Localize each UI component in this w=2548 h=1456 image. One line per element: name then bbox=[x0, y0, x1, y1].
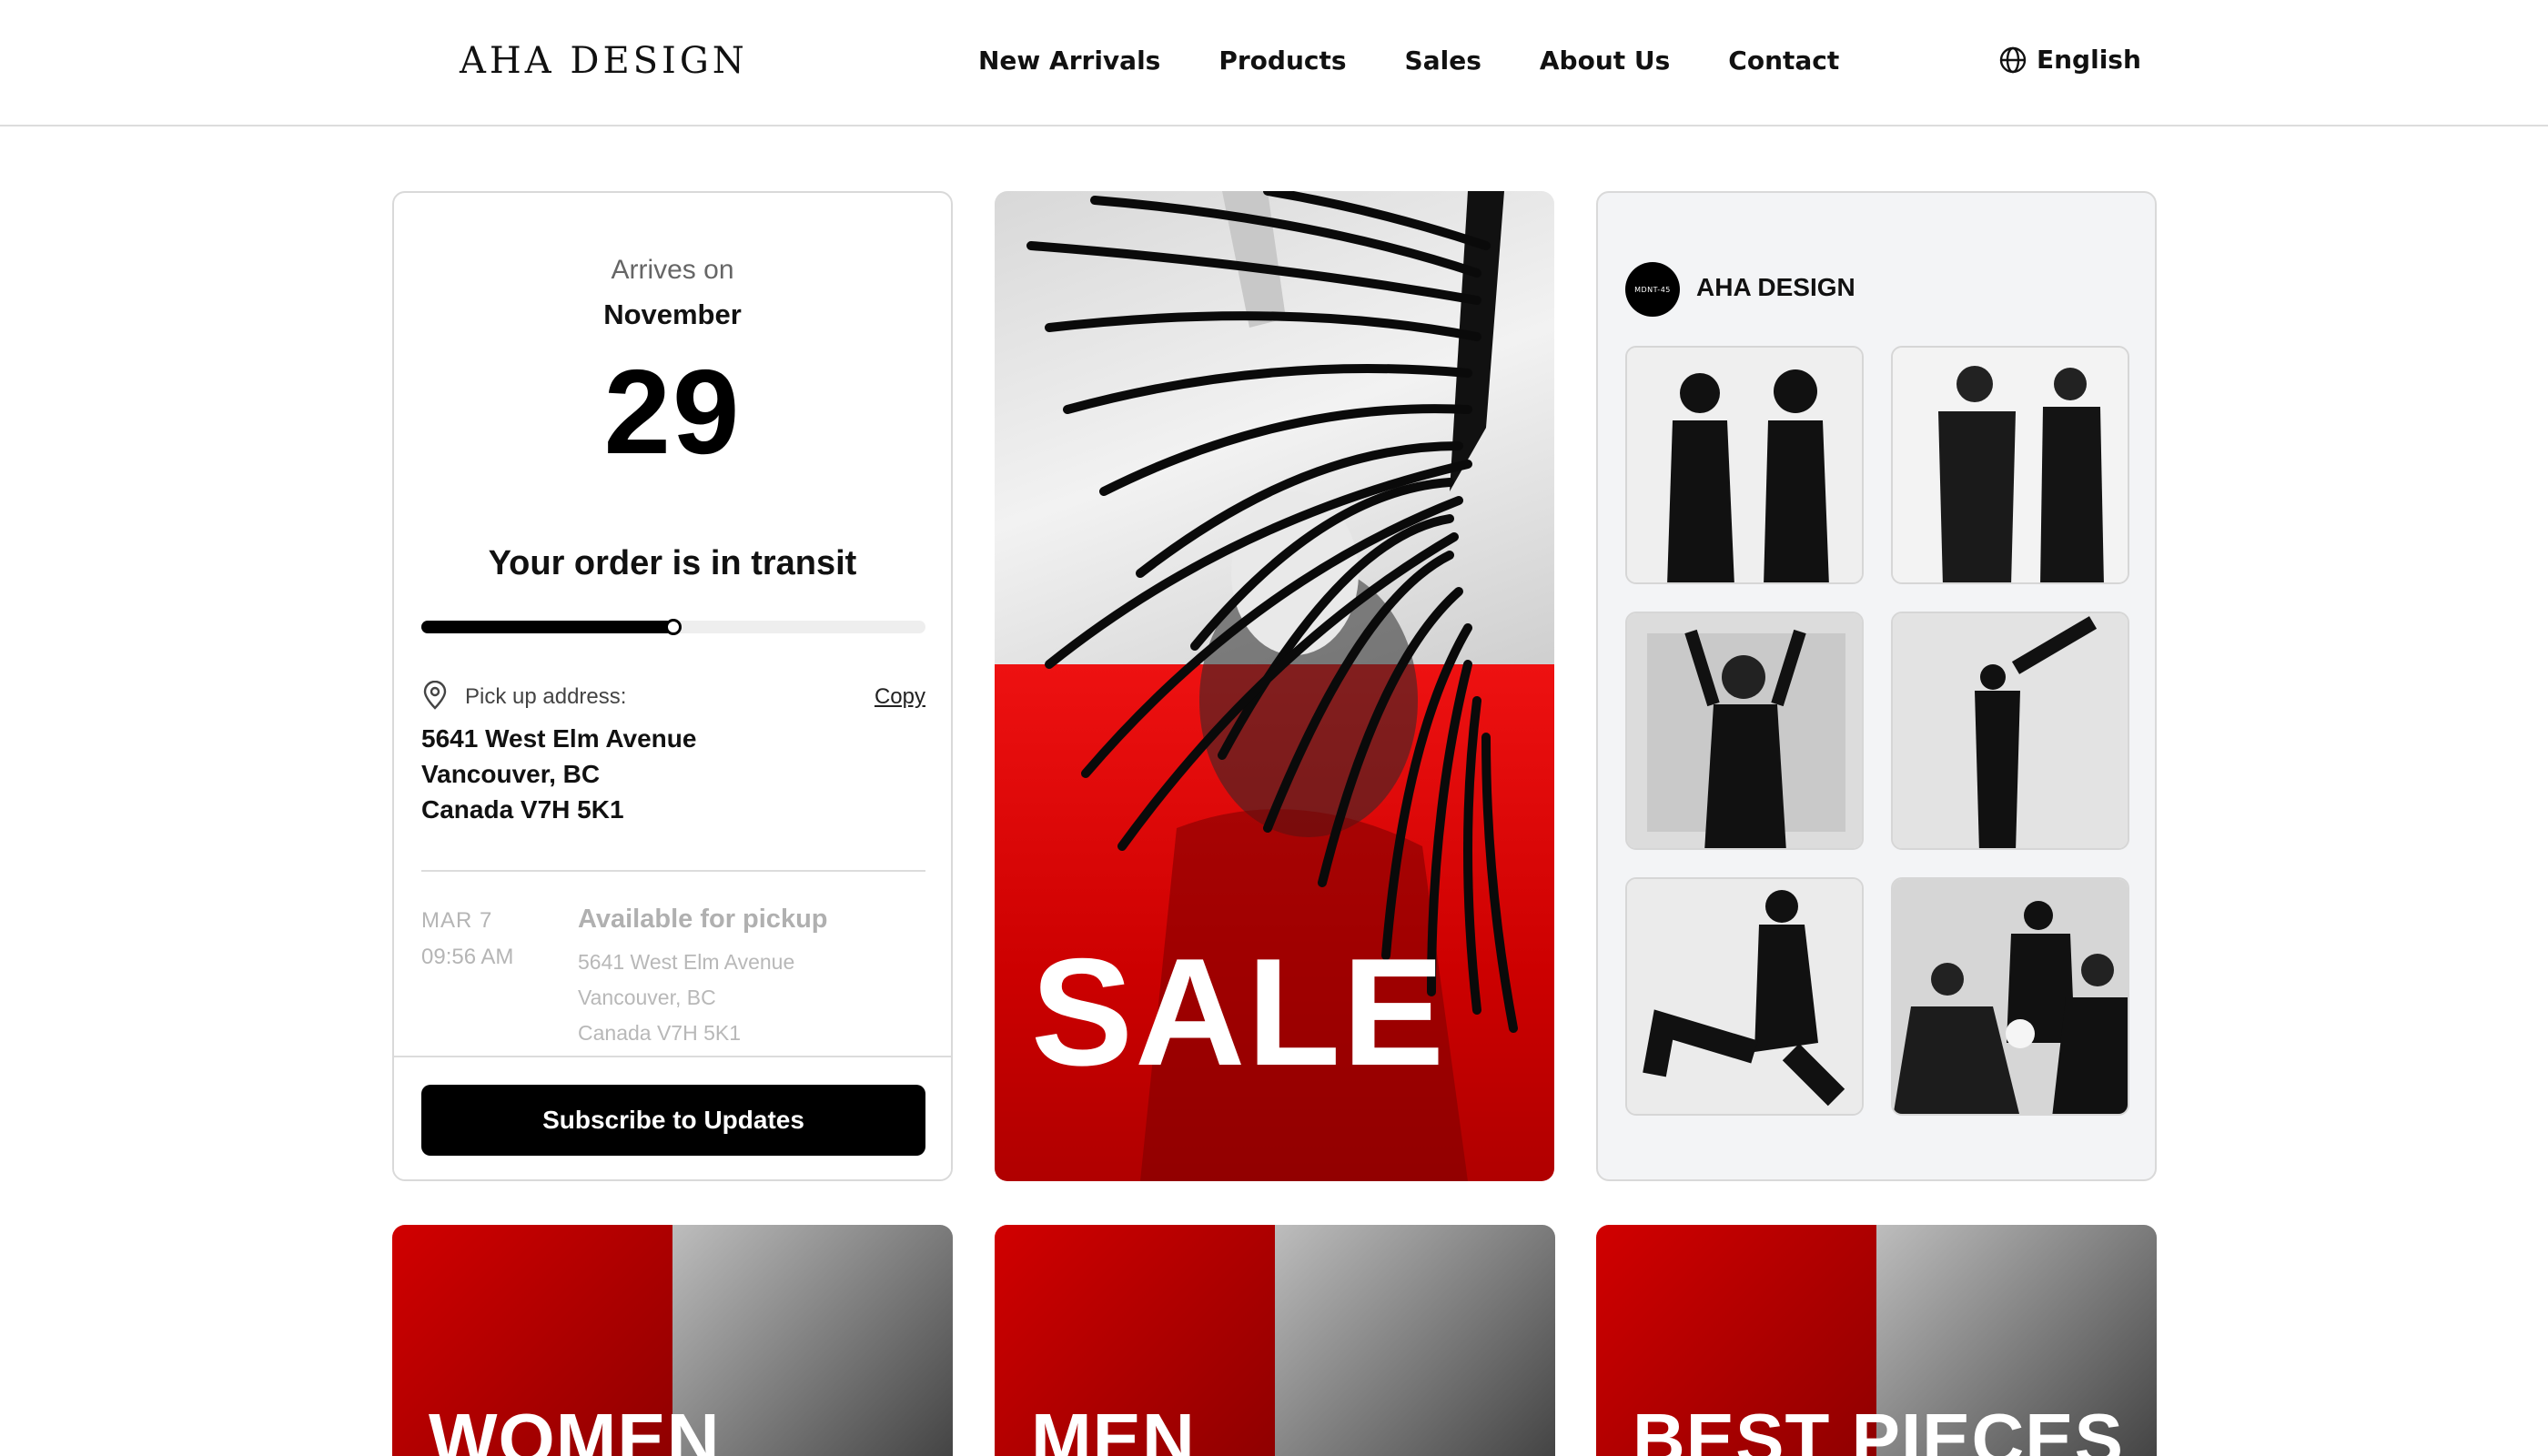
instagram-account-name[interactable]: AHA DESIGN bbox=[1696, 273, 1855, 302]
arrives-label: Arrives on bbox=[611, 255, 734, 285]
order-card-footer: Subscribe to Updates bbox=[394, 1056, 951, 1179]
category-women-label: WOMEN bbox=[429, 1399, 721, 1456]
arrival-month: November bbox=[603, 298, 742, 330]
instagram-feed-card: MDNT-45 AHA DESIGN bbox=[1596, 191, 2157, 1181]
language-label: English bbox=[2037, 45, 2141, 75]
address-line-1: 5641 West Elm Avenue bbox=[421, 724, 697, 753]
instagram-photo-3[interactable] bbox=[1625, 612, 1864, 850]
subscribe-button[interactable]: Subscribe to Updates bbox=[421, 1085, 925, 1156]
pickup-address: 5641 West Elm Avenue Vancouver, BC Canad… bbox=[421, 721, 696, 827]
brand-avatar[interactable]: MDNT-45 bbox=[1625, 262, 1680, 317]
globe-icon bbox=[1998, 46, 2027, 75]
nav-new-arrivals[interactable]: New Arrivals bbox=[978, 46, 1160, 76]
address-line-2: Vancouver, BC bbox=[421, 760, 601, 788]
history-date: MAR 7 bbox=[421, 908, 493, 933]
category-card-best-pieces[interactable]: BEST PIECES bbox=[1596, 1225, 2157, 1456]
site-header: AHA DESIGN New Arrivals Products Sales A… bbox=[0, 0, 2548, 126]
history-address-line-1: 5641 West Elm Avenue bbox=[578, 950, 795, 974]
nav-contact[interactable]: Contact bbox=[1728, 46, 1839, 76]
history-time: 09:56 AM bbox=[421, 945, 514, 969]
main-nav: New Arrivals Products Sales About Us Con… bbox=[978, 46, 1839, 76]
copy-address-link[interactable]: Copy bbox=[875, 684, 925, 710]
instagram-photo-5[interactable] bbox=[1625, 877, 1864, 1116]
arrival-day: 29 bbox=[603, 345, 742, 479]
pickup-label: Pick up address: bbox=[465, 684, 627, 709]
language-selector[interactable]: English bbox=[1998, 45, 2141, 75]
history-address-line-3: Canada V7H 5K1 bbox=[578, 1021, 742, 1045]
nav-products[interactable]: Products bbox=[1218, 46, 1346, 76]
order-status: Your order is in transit bbox=[488, 544, 857, 582]
history-title: Available for pickup bbox=[578, 905, 828, 934]
map-pin-icon bbox=[421, 680, 449, 710]
instagram-photo-4[interactable] bbox=[1891, 612, 2129, 850]
progress-knob bbox=[665, 619, 682, 635]
pickup-address-row: Pick up address: Copy bbox=[421, 680, 925, 717]
sale-banner[interactable]: SALE bbox=[995, 191, 1554, 1181]
history-address: 5641 West Elm Avenue Vancouver, BC Canad… bbox=[578, 945, 794, 1051]
instagram-photo-6[interactable] bbox=[1891, 877, 2129, 1116]
address-line-3: Canada V7H 5K1 bbox=[421, 795, 624, 824]
category-men-photo-half bbox=[1275, 1225, 1555, 1456]
delivery-progress-bar bbox=[421, 619, 925, 635]
site-logo[interactable]: AHA DESIGN bbox=[460, 40, 748, 82]
nav-sales[interactable]: Sales bbox=[1405, 46, 1481, 76]
instagram-photo-1[interactable] bbox=[1625, 346, 1864, 584]
category-best-pieces-label: BEST PIECES bbox=[1633, 1399, 2125, 1456]
category-card-men[interactable]: MEN bbox=[995, 1225, 1555, 1456]
progress-fill bbox=[421, 621, 673, 633]
category-card-women[interactable]: WOMEN bbox=[392, 1225, 953, 1456]
order-tracking-card: Arrives on November 29 Your order is in … bbox=[392, 191, 953, 1181]
nav-about-us[interactable]: About Us bbox=[1540, 46, 1670, 76]
sale-headline: SALE bbox=[1031, 926, 1447, 1097]
category-men-label: MEN bbox=[1031, 1399, 1196, 1456]
history-address-line-2: Vancouver, BC bbox=[578, 986, 716, 1009]
divider bbox=[421, 870, 925, 872]
instagram-photo-2[interactable] bbox=[1891, 346, 2129, 584]
